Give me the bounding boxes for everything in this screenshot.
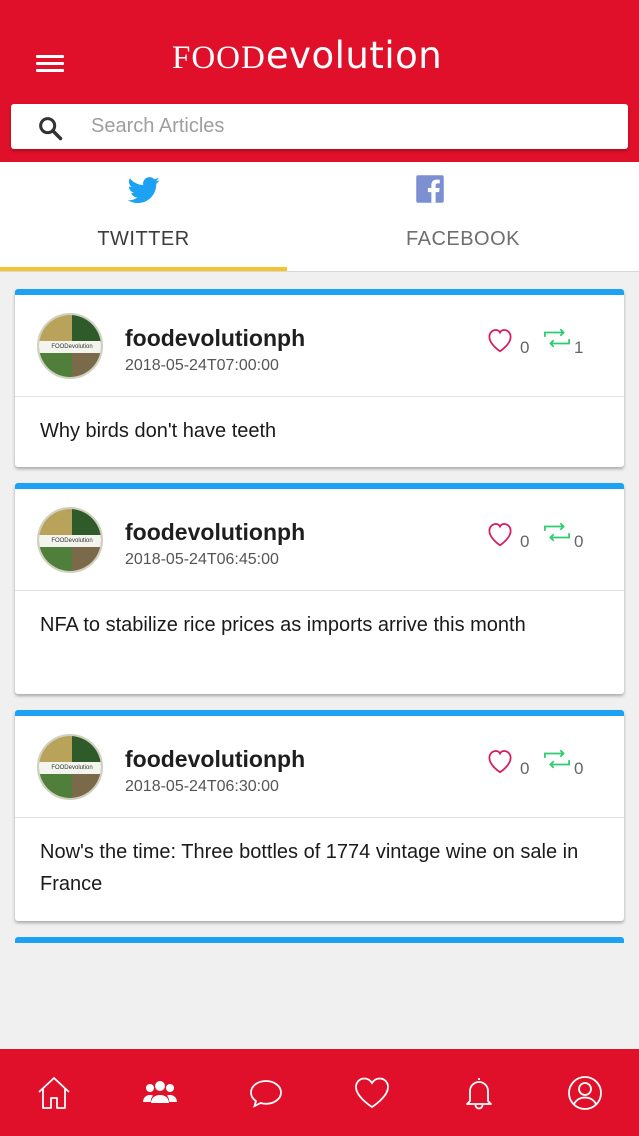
- tweet-date: 2018-05-24T06:30:00: [125, 778, 279, 795]
- logo-evolution-text: evolution: [265, 34, 443, 77]
- retweet-button[interactable]: 1: [541, 327, 591, 361]
- profile-icon: [568, 1076, 602, 1110]
- heart-outline-icon: [488, 750, 512, 774]
- bell-icon: [466, 1078, 492, 1110]
- avatar[interactable]: FOODevolution: [37, 734, 103, 800]
- home-icon: [38, 1077, 70, 1109]
- nav-profile[interactable]: [565, 1073, 605, 1113]
- nav-notifications[interactable]: [459, 1073, 499, 1113]
- like-button[interactable]: 0: [483, 746, 533, 780]
- avatar-logo-band: FOODevolution: [39, 535, 101, 547]
- avatar[interactable]: FOODevolution: [37, 507, 103, 573]
- hamburger-line: [36, 69, 64, 72]
- tweet-author[interactable]: foodevolutionph: [125, 325, 305, 352]
- nav-home[interactable]: [34, 1073, 74, 1113]
- tweet-author[interactable]: foodevolutionph: [125, 519, 305, 546]
- tweet-text: Why birds don't have teeth: [40, 420, 277, 442]
- avatar-logo-band: FOODevolution: [39, 762, 101, 774]
- retweet-icon: [544, 522, 570, 542]
- bottom-navigation: [0, 1049, 639, 1136]
- retweet-count: 1: [574, 338, 584, 357]
- nav-messages[interactable]: [246, 1073, 286, 1113]
- search-input[interactable]: Search Articles: [91, 115, 224, 138]
- like-count: 0: [520, 338, 530, 357]
- tweet-header: FOODevolution foodevolutionph 2018-05-24…: [15, 295, 624, 397]
- like-button[interactable]: 0: [483, 519, 533, 553]
- like-button[interactable]: 0: [483, 325, 533, 359]
- retweet-button[interactable]: 0: [541, 748, 591, 782]
- tweet-author[interactable]: foodevolutionph: [125, 746, 305, 773]
- chat-icon: [250, 1080, 282, 1108]
- like-count: 0: [520, 759, 530, 778]
- app-header: FOOD evolution Search Articles: [0, 0, 639, 162]
- search-bar[interactable]: Search Articles: [11, 104, 628, 149]
- facebook-icon: [416, 175, 444, 203]
- twitter-icon: [127, 177, 159, 204]
- logo-food-text: FOOD: [172, 40, 266, 76]
- menu-button[interactable]: [30, 47, 70, 81]
- tweet-date: 2018-05-24T07:00:00: [125, 357, 279, 374]
- next-tweet-card-edge: [15, 937, 624, 943]
- tweet-text: Now's the time: Three bottles of 1774 vi…: [40, 841, 579, 895]
- tweet-header: FOODevolution foodevolutionph 2018-05-24…: [15, 716, 624, 818]
- tweet-card[interactable]: FOODevolution foodevolutionph 2018-05-24…: [15, 289, 624, 467]
- retweet-count: 0: [574, 532, 584, 551]
- retweet-button[interactable]: 0: [541, 521, 591, 555]
- search-icon: [39, 117, 63, 141]
- heart-icon: [355, 1077, 389, 1109]
- tab-twitter[interactable]: TWITTER: [0, 162, 287, 272]
- tweet-date: 2018-05-24T06:45:00: [125, 551, 279, 568]
- hamburger-line: [36, 55, 64, 58]
- avatar[interactable]: FOODevolution: [37, 313, 103, 379]
- retweet-icon: [544, 749, 570, 769]
- app-logo: FOOD evolution: [172, 34, 442, 84]
- tweet-header: FOODevolution foodevolutionph 2018-05-24…: [15, 489, 624, 591]
- community-icon: [143, 1081, 177, 1103]
- heart-outline-icon: [488, 523, 512, 547]
- tweet-card[interactable]: FOODevolution foodevolutionph 2018-05-24…: [15, 710, 624, 921]
- like-count: 0: [520, 532, 530, 551]
- tweet-card[interactable]: FOODevolution foodevolutionph 2018-05-24…: [15, 483, 624, 694]
- active-tab-indicator: [0, 267, 287, 271]
- tab-facebook[interactable]: FACEBOOK: [287, 162, 639, 272]
- retweet-icon: [544, 328, 570, 348]
- tweet-text: NFA to stabilize rice prices as imports …: [40, 614, 526, 636]
- heart-outline-icon: [488, 329, 512, 353]
- avatar-logo-band: FOODevolution: [39, 341, 101, 353]
- hamburger-line: [36, 62, 64, 65]
- tab-twitter-label: TWITTER: [97, 228, 190, 250]
- nav-community[interactable]: [140, 1073, 180, 1113]
- retweet-count: 0: [574, 759, 584, 778]
- nav-favorites[interactable]: [352, 1073, 392, 1113]
- tab-facebook-label: FACEBOOK: [405, 228, 521, 250]
- tab-bar: TWITTER FACEBOOK: [0, 162, 639, 272]
